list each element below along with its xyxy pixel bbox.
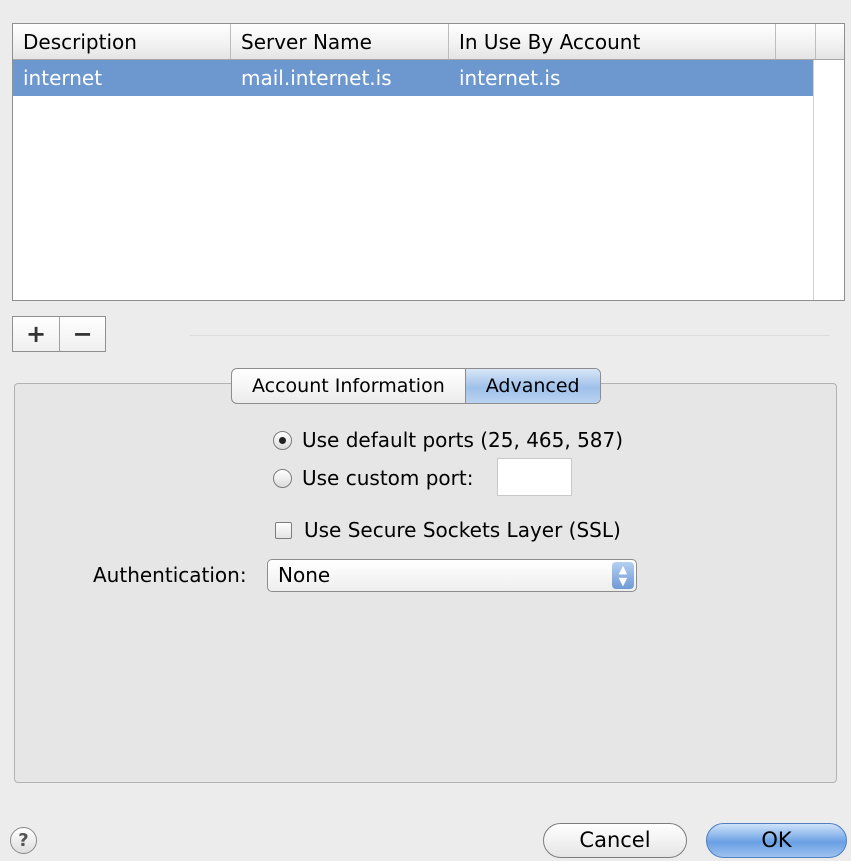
tab-bar: Account Information Advanced [231, 368, 601, 404]
table-scrollbar[interactable] [813, 60, 844, 300]
outgoing-server-table[interactable]: Description Server Name In Use By Accoun… [12, 23, 845, 301]
default-ports-radio[interactable] [273, 430, 292, 450]
add-remove-control: + − [12, 316, 106, 352]
column-header-filler [776, 24, 816, 59]
table-header: Description Server Name In Use By Accoun… [13, 24, 844, 60]
updown-arrows-icon: ▲ ▼ [612, 562, 634, 589]
authentication-popup[interactable]: None ▲ ▼ [267, 559, 637, 592]
custom-port-input[interactable] [497, 458, 572, 496]
tab-advanced[interactable]: Advanced [464, 369, 600, 403]
cancel-button[interactable]: Cancel [543, 823, 687, 858]
cell-account: internet.is [459, 66, 561, 90]
help-button[interactable]: ? [10, 827, 37, 854]
column-header-server-name[interactable]: Server Name [231, 24, 449, 59]
table-row[interactable]: internet mail.internet.is internet.is [13, 60, 814, 96]
add-server-button[interactable]: + [13, 317, 59, 351]
remove-server-button[interactable]: − [59, 317, 105, 351]
ssl-checkbox[interactable] [275, 521, 292, 539]
custom-port-label: Use custom port: [302, 466, 474, 490]
cell-server-name: mail.internet.is [241, 66, 392, 90]
default-ports-option[interactable]: Use default ports (25, 465, 587) [273, 428, 623, 452]
tab-account-information[interactable]: Account Information [232, 369, 465, 403]
ssl-label: Use Secure Sockets Layer (SSL) [304, 518, 621, 542]
ok-button[interactable]: OK [706, 823, 847, 858]
default-ports-label: Use default ports (25, 465, 587) [302, 428, 624, 452]
authentication-value: None [278, 563, 331, 587]
custom-port-option[interactable]: Use custom port: [273, 466, 473, 490]
cell-description: internet [23, 66, 103, 90]
column-header-in-use-by-account[interactable]: In Use By Account [449, 24, 776, 59]
authentication-label: Authentication: [93, 563, 247, 587]
column-header-description[interactable]: Description [13, 24, 231, 59]
ssl-option[interactable]: Use Secure Sockets Layer (SSL) [275, 518, 621, 542]
custom-port-radio[interactable] [273, 468, 292, 488]
